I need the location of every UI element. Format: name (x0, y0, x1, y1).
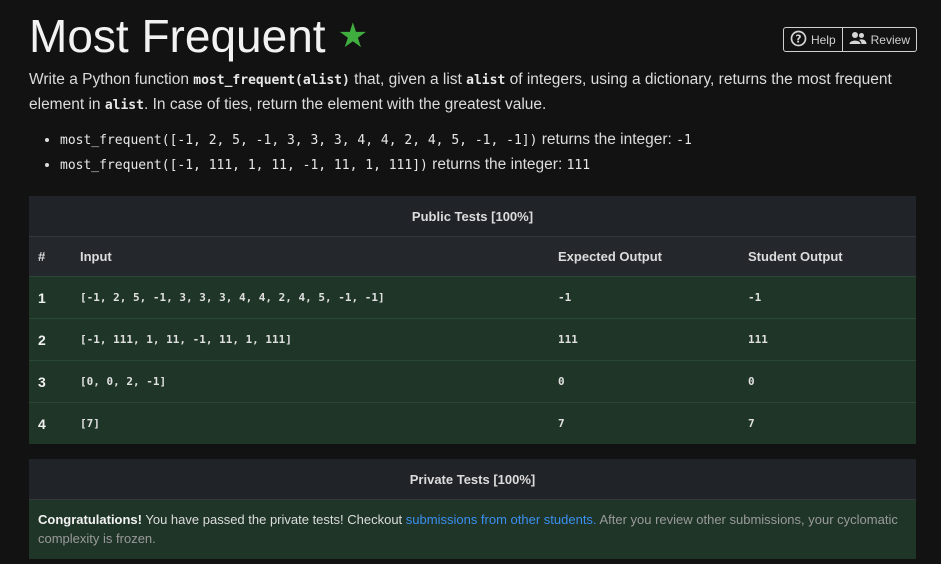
row-student: 111 (748, 318, 916, 361)
public-tests-heading: Public Tests [100%] (29, 196, 916, 237)
example-item: most_frequent([-1, 111, 1, 11, -1, 11, 1… (60, 153, 692, 178)
public-tests-panel: Public Tests [100%] # Input Expected Out… (29, 196, 916, 444)
row-expected: 0 (558, 360, 748, 403)
example-call: most_frequent([-1, 2, 5, -1, 3, 3, 3, 4,… (60, 133, 538, 148)
description-text: that, given a list (349, 71, 467, 88)
row-number: 3 (29, 360, 80, 403)
table-row: 2 [-1, 111, 1, 11, -1, 11, 1, 111] 111 1… (29, 318, 916, 361)
examples-list: most_frequent([-1, 2, 5, -1, 3, 3, 3, 4,… (29, 128, 692, 178)
column-header: Expected Output (558, 237, 748, 277)
example-text: returns the integer: (537, 131, 677, 148)
row-expected: 111 (558, 318, 748, 361)
row-number: 4 (29, 402, 80, 444)
example-result: 111 (566, 158, 591, 173)
users-icon (849, 31, 867, 48)
problem-description: Write a Python function most_frequent(al… (29, 68, 909, 118)
row-expected: -1 (558, 276, 748, 319)
congrats-text: Congratulations! (38, 512, 142, 527)
description-text: . In case of ties, return the element wi… (143, 96, 547, 113)
private-tests-message: Congratulations! You have passed the pri… (29, 500, 916, 559)
header-button-group: ? Help Review (782, 27, 917, 52)
private-tests-panel: Private Tests [100%] Congratulations! Yo… (29, 459, 916, 559)
help-label: Help (810, 32, 836, 47)
row-input: [-1, 111, 1, 11, -1, 11, 1, 111] (80, 318, 558, 361)
row-input: [0, 0, 2, -1] (80, 360, 558, 403)
help-button[interactable]: ? Help (782, 27, 843, 52)
row-input: [7] (80, 402, 558, 444)
column-header: Student Output (748, 237, 916, 277)
row-student: -1 (748, 276, 916, 319)
param-name: alist (104, 98, 144, 113)
row-number: 2 (29, 318, 80, 361)
example-item: most_frequent([-1, 2, 5, -1, 3, 3, 3, 4,… (60, 128, 692, 153)
row-student: 0 (748, 360, 916, 403)
row-student: 7 (748, 402, 916, 444)
private-tests-heading: Private Tests [100%] (29, 459, 916, 500)
function-signature: most_frequent(alist) (193, 73, 350, 88)
message-text: You have passed the private tests! Check… (142, 512, 406, 527)
description-text: Write a Python function (29, 71, 194, 88)
page-title: Most Frequent (29, 10, 326, 62)
example-text: returns the integer: (427, 156, 567, 173)
example-result: -1 (676, 133, 692, 148)
other-submissions-link[interactable]: submissions from other students. (406, 512, 597, 527)
question-circle-icon: ? (790, 30, 807, 50)
row-input: [-1, 2, 5, -1, 3, 3, 3, 4, 4, 2, 4, 5, -… (80, 276, 558, 319)
example-call: most_frequent([-1, 111, 1, 11, -1, 11, 1… (60, 158, 428, 173)
svg-text:?: ? (795, 32, 801, 45)
table-row: 3 [0, 0, 2, -1] 0 0 (29, 360, 916, 403)
table-row: 4 [7] 7 7 (29, 402, 916, 444)
column-header: Input (80, 237, 558, 277)
row-expected: 7 (558, 402, 748, 444)
public-tests-table: # Input Expected Output Student Output 1… (29, 237, 916, 444)
row-number: 1 (29, 276, 80, 319)
title-row: Most Frequent ★ (29, 8, 368, 64)
column-header: # (29, 237, 80, 277)
table-row: 1 [-1, 2, 5, -1, 3, 3, 3, 4, 4, 2, 4, 5,… (29, 276, 916, 319)
param-name: alist (466, 73, 506, 88)
table-header-row: # Input Expected Output Student Output (29, 237, 916, 277)
review-button[interactable]: Review (842, 27, 917, 52)
star-icon: ★ (337, 17, 369, 55)
review-label: Review (870, 32, 910, 47)
